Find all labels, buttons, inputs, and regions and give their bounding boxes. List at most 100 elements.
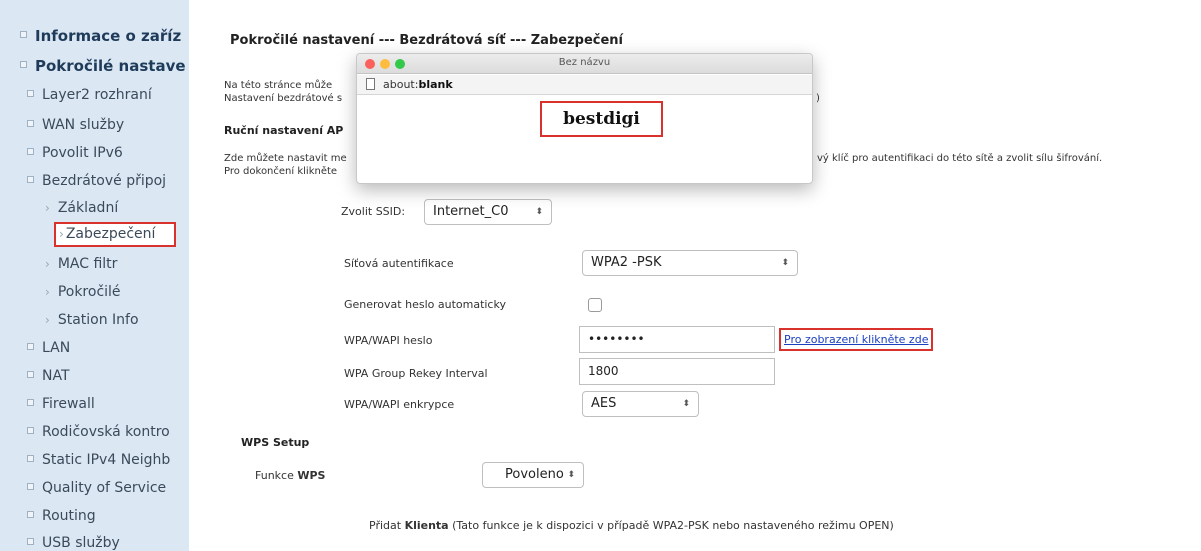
url-bold: blank [418, 78, 453, 91]
sidebar-item-station-info[interactable]: › Station Info [45, 312, 139, 328]
wps-label: Funkce WPS [255, 469, 325, 482]
sidebar-item-label: Zabezpečení [65, 226, 156, 242]
sidebar-item-mac-filter[interactable]: › MAC filtr [45, 256, 117, 272]
sidebar-nav: Informace o zaříz Pokročilé nastave Laye… [0, 0, 189, 551]
ssid-value: Internet_C0 [433, 204, 509, 219]
show-password-link-box: Pro zobrazení klikněte zde [779, 328, 934, 351]
bullet-icon [27, 175, 34, 183]
sidebar-item-layer2[interactable]: Layer2 rozhraní [27, 87, 152, 103]
sidebar-item-label: Firewall [42, 396, 95, 412]
autopass-checkbox[interactable] [588, 298, 602, 312]
window-titlebar: Bez názvu [357, 54, 812, 74]
wps-select[interactable]: Povoleno ⬍ [482, 462, 584, 488]
password-field[interactable]: •••••••• [579, 326, 775, 353]
intro-line-2-right: ) [816, 93, 820, 104]
auth-value: WPA2 -PSK [591, 255, 662, 270]
sidebar-item-parental-control[interactable]: Rodičovská kontro [27, 424, 170, 440]
wps-label-prefix: Funkce [255, 469, 298, 482]
description-line-1-right: vý klíč pro autentifikaci do této sítě a… [817, 153, 1103, 164]
sidebar-item-label: LAN [42, 340, 71, 356]
add-client-bold: Klienta [404, 519, 449, 532]
sidebar-item-label: Informace o zaříz [35, 27, 182, 45]
sidebar-item-basic[interactable]: › Základní [45, 200, 118, 216]
encryption-value: AES [591, 396, 617, 411]
add-client-suffix: (Tato funkce je k dispozici v případě WP… [448, 519, 894, 532]
rekey-field[interactable]: 1800 [579, 358, 775, 385]
sidebar-item-label: Layer2 rozhraní [42, 87, 152, 103]
bullet-icon [27, 342, 34, 350]
manual-ap-heading: Ruční nastavení AP [224, 124, 344, 137]
wps-heading: WPS Setup [241, 436, 310, 449]
sidebar-item-wireless[interactable]: Bezdrátové připoj [27, 173, 166, 189]
popup-window: Bez názvu about:blank bestdigi [356, 53, 813, 184]
rekey-label: WPA Group Rekey Interval [344, 367, 488, 380]
add-client-text: Přidat Klienta (Tato funkce je k dispozi… [369, 519, 894, 532]
sidebar-item-label: Station Info [57, 312, 139, 328]
sidebar-item-routing[interactable]: Routing [27, 508, 96, 524]
auth-select[interactable]: WPA2 -PSK ⬍ [582, 250, 798, 276]
description-line-1-left: Zde můžete nastavit me [224, 153, 347, 164]
bullet-icon [27, 370, 34, 378]
ssid-select[interactable]: Internet_C0 ⬍ [424, 199, 552, 225]
bullet-icon [27, 426, 34, 434]
chevron-right-icon: › [59, 227, 64, 241]
show-password-link[interactable]: Pro zobrazení klikněte zde [784, 333, 928, 346]
sidebar-item-label: Pokročilé [57, 284, 121, 300]
sidebar-item-label: USB služby [42, 535, 120, 551]
bullet-icon [27, 398, 34, 406]
updown-arrow-icon: ⬍ [535, 207, 543, 217]
updown-arrow-icon: ⬍ [567, 470, 575, 480]
address-bar[interactable]: about:blank [357, 75, 812, 95]
description-line-2-left: Pro dokončení klikněte [224, 166, 338, 177]
wps-value: Povoleno [505, 467, 564, 482]
sidebar-item-label: NAT [42, 368, 70, 384]
sidebar-item-label: MAC filtr [57, 256, 118, 272]
sidebar-item-label: WAN služby [42, 117, 125, 133]
sidebar-item-qos[interactable]: Quality of Service [27, 480, 166, 496]
sidebar-item-label: Základní [57, 200, 119, 216]
chevron-right-icon: › [45, 201, 50, 215]
bullet-icon [27, 482, 34, 490]
intro-line-2-left: Nastavení bezdrátové s [224, 93, 343, 104]
sidebar-item-label: Rodičovská kontro [42, 424, 170, 440]
sidebar-item-usb[interactable]: USB služby [27, 535, 120, 551]
sidebar-item-wan[interactable]: WAN služby [27, 117, 124, 133]
bullet-icon [27, 89, 34, 97]
sidebar-item-nat[interactable]: NAT [27, 368, 70, 384]
sidebar-item-label: Routing [42, 508, 96, 524]
ssid-label: Zvolit SSID: [341, 205, 406, 218]
sidebar-item-device-info[interactable]: Informace o zaříz [20, 27, 181, 45]
bullet-icon [27, 454, 34, 462]
chevron-right-icon: › [45, 257, 50, 271]
updown-arrow-icon: ⬍ [781, 258, 789, 268]
bullet-icon [27, 510, 34, 518]
encryption-select[interactable]: AES ⬍ [582, 391, 699, 417]
auth-label: Síťová autentifikace [344, 257, 454, 270]
sidebar-item-lan[interactable]: LAN [27, 340, 70, 356]
sidebar-item-label: Quality of Service [42, 480, 167, 496]
bullet-icon [20, 31, 27, 38]
bullet-icon [27, 119, 34, 127]
chevron-right-icon: › [45, 313, 50, 327]
autopass-label: Generovat heslo automaticky [344, 298, 506, 311]
encryption-label: WPA/WAPI enkrypce [344, 398, 455, 411]
sidebar-item-advanced[interactable]: › Pokročilé [45, 284, 121, 300]
bullet-icon [20, 61, 27, 68]
url-prefix: about: [383, 78, 419, 91]
sidebar-item-security[interactable]: › Zabezpečení [54, 222, 176, 247]
bullet-icon [27, 537, 34, 545]
sidebar-item-firewall[interactable]: Firewall [27, 396, 95, 412]
intro-line-1-left: Na této stránce může [224, 80, 333, 91]
page-title: Pokročilé nastavení --- Bezdrátová síť -… [230, 33, 623, 48]
window-title: Bez názvu [558, 57, 611, 68]
popup-content-text: bestdigi [540, 101, 663, 137]
updown-arrow-icon: ⬍ [682, 399, 690, 409]
sidebar-item-static-ipv4[interactable]: Static IPv4 Neighb [27, 452, 170, 468]
password-label: WPA/WAPI heslo [344, 334, 433, 347]
sidebar-item-label: Bezdrátové připoj [42, 173, 167, 189]
chevron-right-icon: › [45, 285, 50, 299]
sidebar-item-label: Static IPv4 Neighb [42, 452, 171, 468]
sidebar-item-ipv6[interactable]: Povolit IPv6 [27, 145, 123, 161]
sidebar-item-advanced-setup[interactable]: Pokročilé nastave [20, 57, 186, 75]
wps-label-bold: WPS [297, 469, 326, 482]
